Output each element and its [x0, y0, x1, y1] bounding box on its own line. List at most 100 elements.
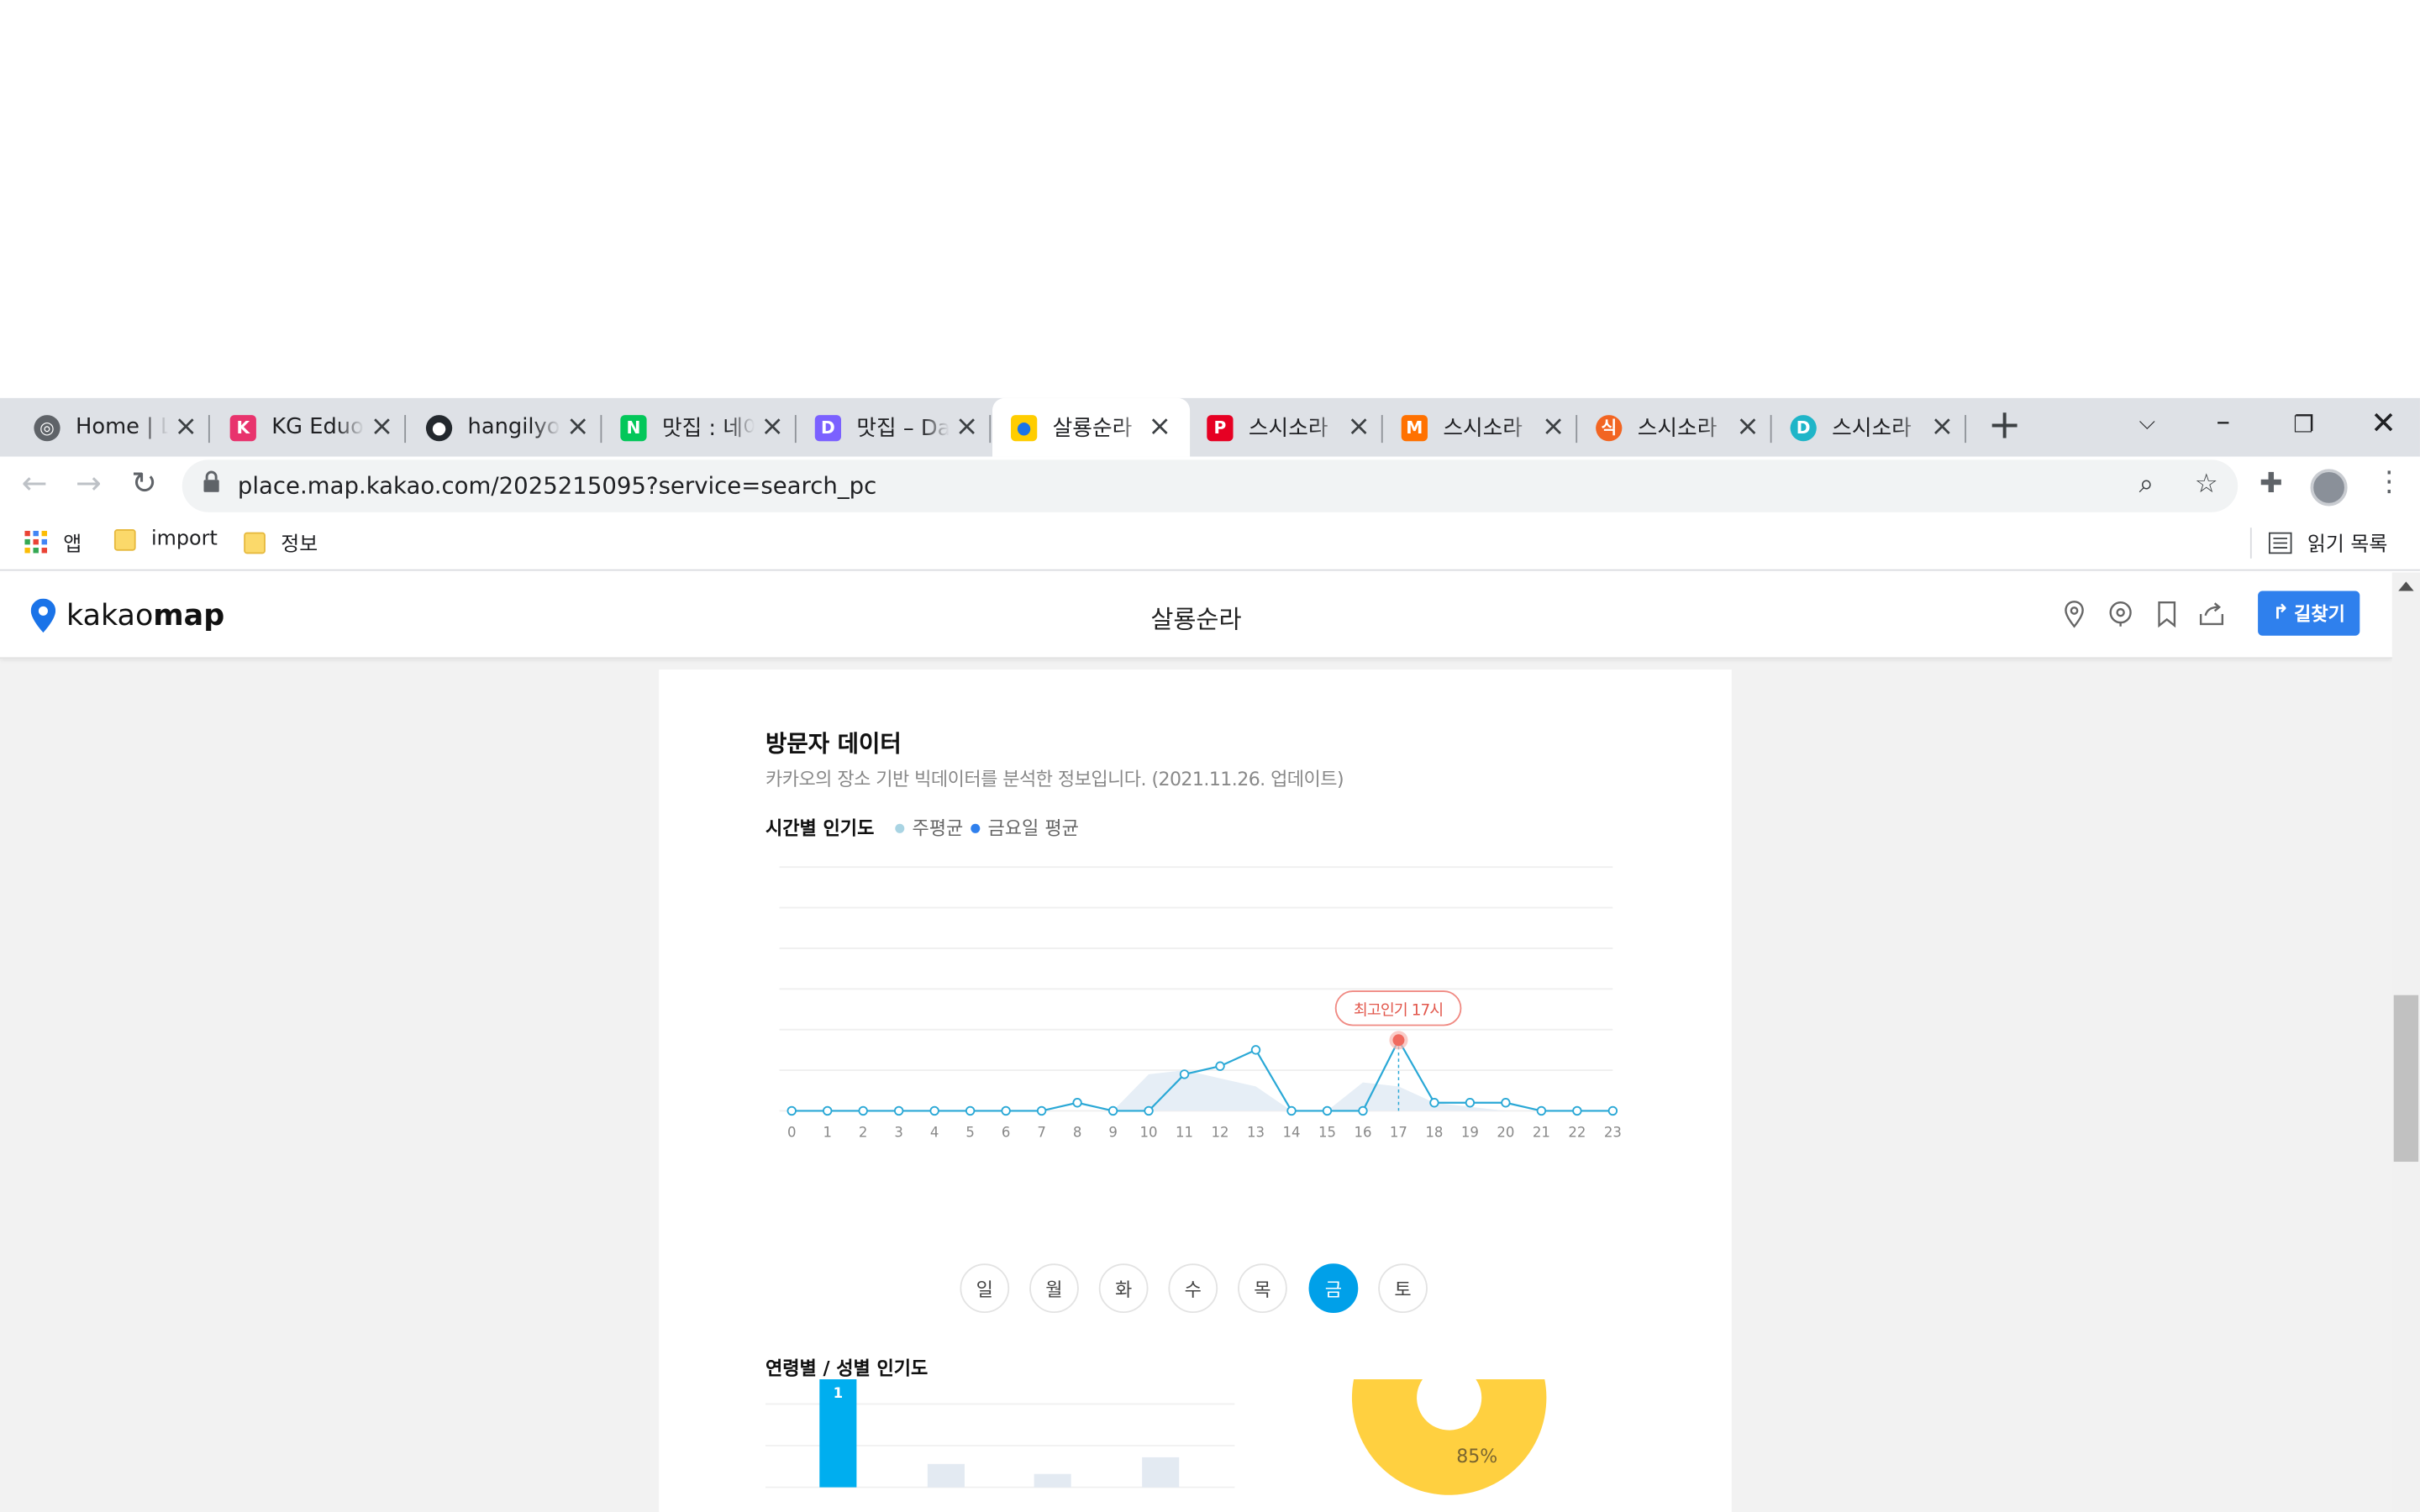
x-tick-label: 1: [823, 1125, 832, 1141]
close-icon[interactable]: ×: [174, 412, 197, 441]
minimize-icon[interactable]: –: [2217, 406, 2231, 438]
age-gender-title: 연령별 / 성별 인기도: [765, 1357, 929, 1380]
x-tick-label: 17: [1390, 1125, 1407, 1141]
close-icon[interactable]: ×: [566, 412, 590, 441]
close-icon[interactable]: ×: [955, 412, 979, 441]
data-point: [1465, 1098, 1476, 1108]
tab-title: 스시소라: [1248, 416, 1328, 442]
x-tick-label: 9: [1108, 1125, 1118, 1141]
day-button-tue[interactable]: 화: [1098, 1263, 1149, 1314]
roadview-icon[interactable]: [2107, 600, 2134, 627]
tab-title: 맛집 : 네이: [661, 416, 755, 442]
tab-title: Home | Ll: [75, 415, 169, 440]
x-tick-label: 8: [1073, 1125, 1082, 1141]
reload-icon[interactable]: ↻: [131, 465, 157, 501]
data-point: [1286, 1105, 1297, 1116]
tab-title: 살룡순라: [1052, 416, 1133, 442]
data-point: [1322, 1105, 1333, 1116]
data-point: [965, 1105, 976, 1116]
avatar[interactable]: [2310, 469, 2348, 507]
close-icon[interactable]: ×: [1148, 412, 1171, 441]
kakaomap-icon: ●: [1011, 414, 1038, 441]
day-button-fri[interactable]: 금: [1308, 1263, 1359, 1314]
forward-arrow-icon[interactable]: →: [76, 465, 102, 501]
apps-grid-icon: [24, 530, 48, 554]
bookmark-label: 정보: [281, 533, 318, 558]
close-icon[interactable]: ×: [760, 412, 784, 441]
data-point: [1358, 1105, 1368, 1116]
x-tick-label: 11: [1176, 1125, 1193, 1141]
x-tick-label: 13: [1247, 1125, 1265, 1141]
address-bar[interactable]: place.map.kakao.com/2025215095?service=s…: [182, 459, 2238, 512]
reading-list-button[interactable]: 읽기 목록: [2268, 528, 2387, 557]
tab-home[interactable]: ◎ Home | Ll ×: [34, 398, 210, 457]
x-tick-label: 6: [1002, 1125, 1011, 1141]
scrollbar-thumb[interactable]: [2393, 995, 2419, 1163]
close-icon[interactable]: ×: [1931, 412, 1954, 441]
tab-strip: ◎ Home | Ll × K KG Eduone × ● hangilyong…: [0, 397, 2420, 457]
location-pin-icon[interactable]: [2060, 600, 2088, 628]
bookmark-info[interactable]: 정보: [244, 528, 318, 557]
route-button[interactable]: ↱ 길찾기: [2258, 591, 2360, 636]
zoom-icon[interactable]: ⌕: [2139, 469, 2154, 500]
x-tick-label: 4: [930, 1125, 939, 1141]
bookmark-apps[interactable]: 앱: [24, 528, 82, 557]
tab-siksin[interactable]: 식 스시소라 ×: [1596, 398, 1772, 457]
day-button-thu[interactable]: 목: [1238, 1263, 1287, 1314]
data-point: [1572, 1105, 1582, 1116]
restore-icon[interactable]: ❐: [2293, 411, 2314, 438]
tab-pinterest[interactable]: P 스시소라 ×: [1207, 398, 1383, 457]
close-icon[interactable]: ×: [1736, 412, 1760, 441]
tab-kg-eduone[interactable]: K KG Eduone ×: [229, 398, 407, 457]
x-tick-label: 16: [1354, 1125, 1371, 1141]
scroll-up-arrow-icon[interactable]: [2398, 581, 2414, 591]
x-tick-label: 5: [965, 1125, 975, 1141]
tab-title: 스시소라: [1637, 416, 1718, 442]
day-button-sat[interactable]: 토: [1378, 1263, 1428, 1314]
reading-list-icon: [2268, 531, 2292, 554]
tab-mangoplate[interactable]: M 스시소라 ×: [1401, 398, 1578, 457]
globe-icon: ◎: [34, 414, 60, 441]
bookmark-import[interactable]: import: [113, 528, 218, 551]
tab-search-chevron-icon[interactable]: ⌵: [2139, 411, 2156, 435]
github-icon: ●: [425, 414, 453, 441]
tab-kakaomap-active[interactable]: ● 살룡순라 ×: [992, 397, 1191, 457]
data-point: [1179, 1069, 1190, 1079]
x-tick-label: 7: [1037, 1125, 1046, 1141]
day-button-wed[interactable]: 수: [1168, 1263, 1218, 1314]
new-tab-button[interactable]: +: [1988, 402, 2022, 449]
x-tick-label: 21: [1533, 1125, 1550, 1141]
back-arrow-icon[interactable]: ←: [22, 465, 48, 501]
bookmark-icon[interactable]: [2153, 600, 2181, 628]
extensions-puzzle-icon[interactable]: ✚: [2260, 468, 2283, 501]
close-icon[interactable]: ×: [371, 412, 394, 441]
close-icon[interactable]: ×: [1347, 412, 1370, 441]
x-tick-label: 2: [859, 1125, 868, 1141]
pie-slice: [1351, 1379, 1547, 1495]
tab-diningcode[interactable]: D 스시소라 ×: [1790, 398, 1966, 457]
day-button-mon[interactable]: 월: [1029, 1263, 1079, 1314]
data-point: [1250, 1045, 1261, 1055]
star-icon[interactable]: ☆: [2195, 469, 2218, 500]
kg-logo-icon: K: [229, 414, 256, 441]
x-tick-label: 15: [1318, 1125, 1336, 1141]
tab-github[interactable]: ● hangilyong ×: [425, 398, 602, 457]
close-window-icon[interactable]: ✕: [2370, 404, 2396, 441]
tab-title: KG Eduone: [271, 415, 364, 440]
x-tick-label: 23: [1604, 1125, 1622, 1141]
data-point: [786, 1105, 797, 1116]
more-menu-icon[interactable]: ⋮: [2375, 466, 2403, 499]
data-point: [1107, 1105, 1118, 1116]
gender-popularity-chart: 85%: [1351, 1379, 1547, 1495]
x-tick-label: 18: [1425, 1125, 1443, 1141]
bookmarks-bar: 앱 import 정보 읽기 목록: [0, 518, 2420, 571]
tab-dining[interactable]: D 맛집 – Da ×: [814, 398, 992, 457]
naver-icon: N: [620, 414, 647, 441]
lock-icon: [203, 470, 219, 492]
share-icon[interactable]: [2197, 600, 2225, 627]
data-point: [823, 1105, 833, 1116]
close-icon[interactable]: ×: [1542, 412, 1565, 441]
tab-naver[interactable]: N 맛집 : 네이 ×: [620, 398, 797, 457]
hourly-popularity-chart: 0 1 2 3 4 5 6 7 8 9 10 11 12 13 14 15 16 17 18 19 20 21 22 23: [779, 866, 1622, 1141]
day-button-sun[interactable]: 일: [960, 1263, 1010, 1314]
